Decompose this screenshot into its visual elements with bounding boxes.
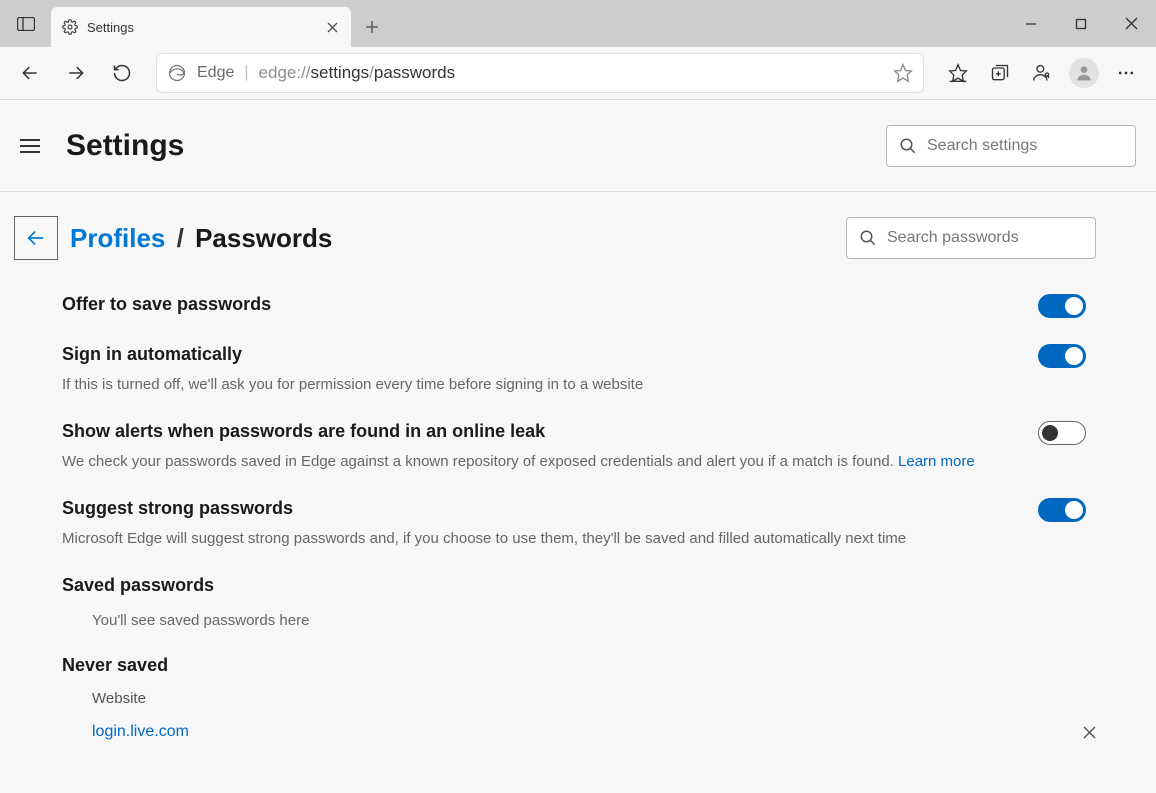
collections-button[interactable] [980, 53, 1020, 93]
never-saved-site-link[interactable]: login.live.com [92, 723, 189, 741]
browser-toolbar: Edge | edge://settings/passwords [0, 47, 1156, 100]
toggle-offer-save[interactable] [1038, 294, 1086, 318]
browser-titlebar: Settings [0, 0, 1156, 47]
delete-never-saved-button[interactable] [1083, 726, 1096, 739]
tab-actions-button[interactable] [0, 0, 51, 47]
toggle-autosign[interactable] [1038, 344, 1086, 368]
never-column-website: Website [92, 690, 1096, 707]
setting-offer-save-title: Offer to save passwords [62, 294, 271, 315]
hamburger-menu-button[interactable] [20, 132, 48, 160]
address-bar[interactable]: Edge | edge://settings/passwords [156, 53, 924, 93]
search-passwords-input[interactable]: Search passwords [846, 217, 1096, 259]
settings-header: Settings Search settings [0, 100, 1156, 192]
saved-passwords-heading: Saved passwords [62, 575, 1086, 596]
maximize-button[interactable] [1056, 0, 1106, 47]
person-button[interactable] [1022, 53, 1062, 93]
gear-icon [61, 18, 79, 36]
breadcrumb-current: Passwords [195, 223, 332, 253]
close-window-button[interactable] [1106, 0, 1156, 47]
page-title: Settings [66, 129, 184, 163]
refresh-button[interactable] [102, 53, 142, 93]
setting-autosign-title: Sign in automatically [62, 344, 242, 365]
edge-icon [167, 63, 187, 83]
never-saved-heading: Never saved [62, 655, 1086, 676]
breadcrumb: Profiles / Passwords [70, 223, 332, 254]
search-icon [899, 137, 917, 155]
learn-more-link[interactable]: Learn more [898, 453, 975, 470]
browser-tab-settings[interactable]: Settings [51, 7, 351, 47]
addr-separator: | [244, 64, 248, 82]
favorites-button[interactable] [938, 53, 978, 93]
never-saved-row: login.live.com [92, 723, 1096, 741]
profile-avatar[interactable] [1064, 53, 1104, 93]
toggle-leak-alerts[interactable] [1038, 421, 1086, 445]
minimize-button[interactable] [1006, 0, 1056, 47]
tab-title: Settings [87, 20, 315, 35]
saved-passwords-hint: You'll see saved passwords here [92, 612, 1086, 629]
setting-autosign-desc: If this is turned off, we'll ask you for… [62, 374, 1086, 395]
setting-leak-desc: We check your passwords saved in Edge ag… [62, 451, 1086, 472]
settings-content: Profiles / Passwords Search passwords Of… [0, 192, 1156, 741]
forward-button[interactable] [56, 53, 96, 93]
back-button[interactable] [10, 53, 50, 93]
address-url: edge://settings/passwords [259, 63, 456, 83]
search-settings-input[interactable]: Search settings [886, 125, 1136, 167]
toggle-suggest-strong[interactable] [1038, 498, 1086, 522]
new-tab-button[interactable] [351, 7, 393, 47]
window-controls [1006, 0, 1156, 47]
more-menu-button[interactable] [1106, 53, 1146, 93]
breadcrumb-profiles-link[interactable]: Profiles [70, 223, 165, 253]
setting-leak-title: Show alerts when passwords are found in … [62, 421, 545, 442]
favorite-star-icon[interactable] [893, 63, 913, 83]
setting-suggest-desc: Microsoft Edge will suggest strong passw… [62, 528, 1086, 549]
site-identity[interactable]: Edge [167, 63, 234, 83]
search-icon [859, 229, 877, 247]
setting-suggest-title: Suggest strong passwords [62, 498, 293, 519]
breadcrumb-back-button[interactable] [14, 216, 58, 260]
close-tab-button[interactable] [323, 18, 341, 36]
